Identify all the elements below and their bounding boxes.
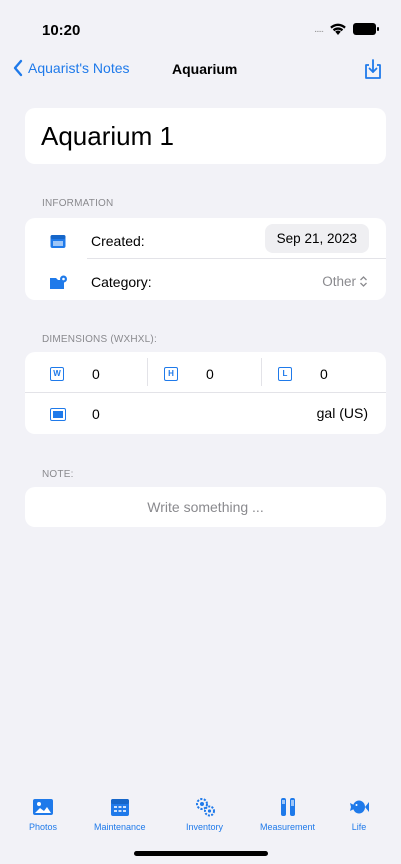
- length-icon: L: [278, 367, 292, 381]
- nav-title: Aquarium: [172, 61, 238, 77]
- photo-icon: [33, 799, 54, 815]
- tab-bar: Photos Maintenance Inventory Measurement…: [0, 796, 401, 846]
- height-field[interactable]: 0: [206, 366, 214, 382]
- tab-life[interactable]: Life: [348, 796, 370, 832]
- category-picker[interactable]: Other: [322, 274, 368, 289]
- share-icon[interactable]: [362, 58, 384, 80]
- wifi-icon: [330, 23, 346, 35]
- dimensions-card: W 0 H 0 L 0 0 gal (US): [25, 352, 386, 434]
- divider: [147, 358, 148, 386]
- width-icon: W: [50, 367, 64, 381]
- tab-inventory[interactable]: Inventory: [186, 796, 223, 832]
- back-button-label: Aquarist's Notes: [28, 60, 130, 76]
- aquarium-name: Aquarium 1: [41, 121, 174, 151]
- tab-measurement[interactable]: Measurement: [260, 796, 315, 832]
- note-field[interactable]: Write something ...: [25, 487, 386, 527]
- note-header: NOTE:: [42, 469, 74, 480]
- volume-unit-picker[interactable]: gal (US): [317, 405, 368, 421]
- volume-field[interactable]: 0: [92, 406, 100, 422]
- category-label: Category:: [91, 274, 152, 290]
- tab-photos[interactable]: Photos: [29, 796, 57, 832]
- battery-icon: [353, 23, 379, 35]
- information-header: INFORMATION: [42, 198, 114, 209]
- status-icons: .....: [314, 22, 379, 36]
- tab-label-life: Life: [351, 822, 367, 832]
- created-date-picker[interactable]: Sep 21, 2023: [264, 224, 369, 253]
- height-icon: H: [164, 367, 178, 381]
- calendar-icon: [110, 799, 129, 816]
- divider: [87, 258, 386, 259]
- chevron-left-icon: [13, 59, 23, 77]
- tab-label-photos: Photos: [29, 822, 58, 832]
- navigation-bar: Aquarist's Notes Aquarium: [0, 52, 401, 88]
- app-screen: 10:20 ..... Aquarist's Notes Aquarium Aq…: [0, 0, 401, 864]
- status-time: 10:20: [42, 22, 81, 39]
- calendar-icon: [50, 235, 66, 248]
- length-field[interactable]: 0: [320, 366, 328, 382]
- divider: [25, 392, 386, 393]
- tab-label-maintenance: Maintenance: [94, 822, 146, 832]
- volume-icon: [50, 408, 66, 421]
- signal-icon: .....: [314, 23, 324, 35]
- aquarium-name-field[interactable]: Aquarium 1: [25, 108, 386, 164]
- back-button[interactable]: Aquarist's Notes: [12, 59, 130, 77]
- chevron-up-down-icon: [360, 276, 367, 287]
- fish-icon: [350, 800, 369, 814]
- folder-icon: [50, 275, 67, 289]
- test-tubes-icon: [280, 798, 295, 816]
- note-placeholder: Write something ...: [147, 499, 264, 515]
- status-bar: 10:20 .....: [0, 0, 401, 50]
- width-field[interactable]: 0: [92, 366, 100, 382]
- gears-icon: [195, 798, 215, 817]
- information-card: Created: Sep 21, 2023 Category: Other: [25, 218, 386, 300]
- divider: [261, 358, 262, 386]
- tab-maintenance[interactable]: Maintenance: [94, 796, 146, 832]
- tab-label-inventory: Inventory: [186, 822, 224, 832]
- home-indicator: [134, 851, 268, 856]
- created-label: Created:: [91, 233, 145, 249]
- tab-label-measurement: Measurement: [260, 822, 316, 832]
- dimensions-header: DIMENSIONS (WXHXL):: [42, 334, 157, 345]
- category-value: Other: [322, 274, 356, 289]
